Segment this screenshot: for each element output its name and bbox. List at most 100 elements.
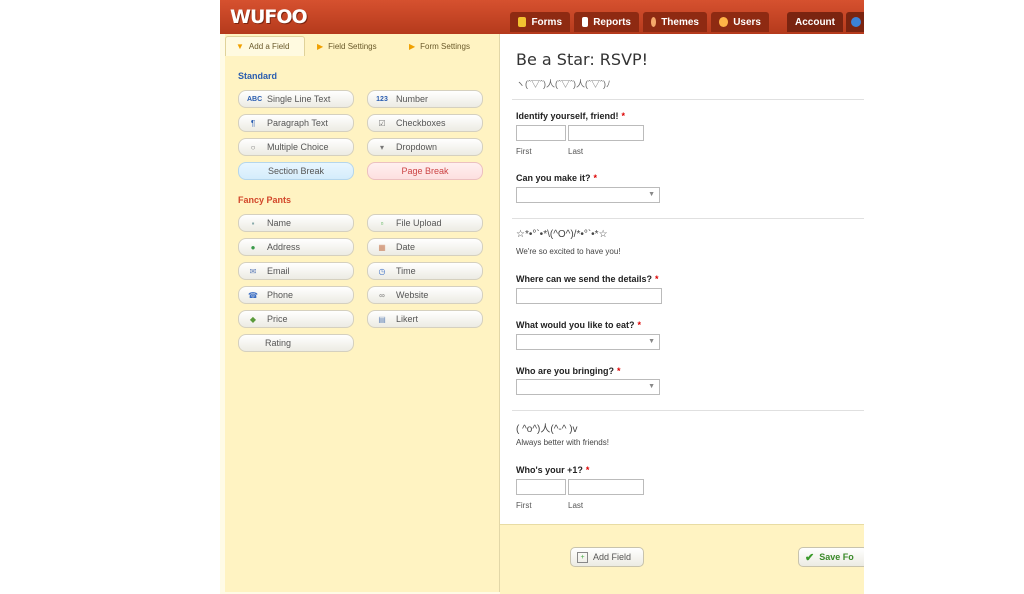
price-tag-icon: ◆: [249, 314, 257, 324]
identify-field-label[interactable]: Identify yourself, friend! *: [516, 111, 625, 121]
paragraph-text-label: Paragraph Text: [267, 118, 328, 128]
add-rating-button[interactable]: Rating: [238, 334, 354, 352]
wufoo-logo: WUFOO: [230, 6, 308, 28]
checkmark-icon: ✔: [805, 551, 815, 564]
add-multiple-choice-button[interactable]: ○ Multiple Choice: [238, 138, 354, 156]
calendar-icon: ▦: [378, 242, 386, 252]
add-page-break-button[interactable]: Page Break: [367, 162, 483, 180]
section-break-2-description: Always better with friends!: [516, 438, 609, 447]
make-it-dropdown[interactable]: ▼: [516, 187, 660, 203]
identify-field-label-text: Identify yourself, friend!: [516, 111, 619, 121]
plus-one-field-label-text: Who's your +1?: [516, 465, 583, 475]
forms-icon: [518, 17, 527, 27]
add-date-button[interactable]: ▦ Date: [367, 238, 483, 256]
bringing-field-label[interactable]: Who are you bringing? *: [516, 366, 621, 376]
tab-add-a-field[interactable]: ▼ Add a Field: [225, 36, 305, 56]
add-address-button[interactable]: ● Address: [238, 238, 354, 256]
add-likert-button[interactable]: ▤ Likert: [367, 310, 483, 328]
nav-reports[interactable]: Reports: [574, 12, 639, 32]
required-marker: *: [655, 274, 659, 284]
add-time-button[interactable]: ◷ Time: [367, 262, 483, 280]
radio-icon: ○: [250, 142, 256, 152]
add-dropdown-button[interactable]: ▾ Dropdown: [367, 138, 483, 156]
dropdown-icon: ▾: [379, 142, 384, 152]
plus-one-last-input[interactable]: [568, 479, 644, 495]
name-label: Name: [267, 218, 292, 228]
email-label: Email: [267, 266, 290, 276]
reports-icon: [582, 17, 589, 27]
date-label: Date: [396, 242, 416, 252]
first-name-input[interactable]: [516, 125, 566, 141]
triangle-right-icon: ▶: [409, 41, 416, 51]
add-name-button[interactable]: ▪ Name: [238, 214, 354, 232]
add-section-break-button[interactable]: Section Break: [238, 162, 354, 180]
nav-themes[interactable]: Themes: [643, 12, 707, 32]
add-checkboxes-button[interactable]: ☑ Checkboxes: [367, 114, 483, 132]
nav-themes-label: Themes: [661, 16, 699, 28]
bringing-field-label-text: Who are you bringing?: [516, 366, 614, 376]
bringing-dropdown[interactable]: ▼: [516, 379, 660, 395]
form-actions-bar: + Add Field ✔ Save Fo: [500, 524, 864, 594]
tab-add-a-field-label: Add a Field: [248, 42, 290, 51]
likert-table-icon: ▤: [378, 314, 386, 324]
form-title[interactable]: Be a Star: RSVP!: [516, 50, 648, 69]
add-website-button[interactable]: ∞ Website: [367, 286, 483, 304]
users-icon: [719, 17, 729, 27]
paragraph-icon: ¶: [250, 118, 256, 128]
tab-field-settings[interactable]: ▶ Field Settings: [307, 36, 397, 56]
details-input[interactable]: [516, 288, 662, 304]
dropdown-label: Dropdown: [396, 142, 438, 152]
wufoo-app: WUFOO Forms Reports Themes Users Account…: [220, 0, 864, 594]
nav-users-label: Users: [733, 16, 761, 28]
last-sublabel: Last: [568, 501, 584, 510]
add-price-button[interactable]: ◆ Price: [238, 310, 354, 328]
phone-icon: ☎: [248, 290, 258, 300]
name-card-icon: ▪: [251, 218, 255, 228]
eat-dropdown[interactable]: ▼: [516, 334, 660, 350]
add-field-label: Add Field: [593, 552, 632, 562]
make-it-field-label[interactable]: Can you make it? *: [516, 173, 597, 183]
price-label: Price: [267, 314, 288, 324]
clock-icon: ◷: [378, 266, 386, 276]
plus-one-first-input[interactable]: [516, 479, 566, 495]
nav-account-label: Account: [795, 16, 835, 28]
required-marker: *: [617, 366, 621, 376]
save-form-label: Save Fo: [819, 552, 854, 562]
nav-help[interactable]: [846, 12, 864, 32]
single-line-text-label: Single Line Text: [267, 94, 331, 104]
add-single-line-text-button[interactable]: ABC Single Line Text: [238, 90, 354, 108]
add-phone-button[interactable]: ☎ Phone: [238, 286, 354, 304]
add-field-button[interactable]: + Add Field: [570, 547, 644, 567]
help-icon: [851, 17, 861, 27]
tab-field-settings-label: Field Settings: [328, 41, 377, 51]
rating-label: Rating: [265, 338, 292, 348]
nav-account[interactable]: Account: [787, 12, 843, 32]
section-break-1-description: We're so excited to have you!: [516, 247, 621, 256]
add-field-icon: +: [577, 551, 588, 563]
add-paragraph-text-button[interactable]: ¶ Paragraph Text: [238, 114, 354, 132]
required-marker: *: [621, 111, 626, 121]
plus-one-field-label[interactable]: Who's your +1? *: [516, 465, 589, 475]
triangle-right-icon: ▶: [317, 41, 324, 51]
page-break-label: Page Break: [401, 166, 449, 176]
required-marker: *: [637, 320, 642, 330]
first-sublabel: First: [516, 501, 532, 510]
add-email-button[interactable]: ✉ Email: [238, 262, 354, 280]
form-preview: Be a Star: RSVP! ヽ(ˆ▽ˆ)人(ˆ▽ˆ)人(ˆ▽ˆ)ﾉ Ide…: [500, 34, 864, 524]
add-number-button[interactable]: 123 Number: [367, 90, 483, 108]
nav-users[interactable]: Users: [711, 12, 769, 32]
nav-forms[interactable]: Forms: [510, 12, 570, 32]
tab-form-settings[interactable]: ▶ Form Settings: [399, 36, 499, 56]
link-icon: ∞: [379, 290, 385, 300]
divider: [512, 218, 864, 219]
section-break-2-title: ( ^o^)人(^-^ )v: [516, 424, 578, 435]
last-name-input[interactable]: [568, 125, 644, 141]
required-marker: *: [585, 465, 590, 475]
add-file-upload-button[interactable]: ▫ File Upload: [367, 214, 483, 232]
nav-reports-label: Reports: [593, 16, 631, 28]
save-form-button[interactable]: ✔ Save Fo: [798, 547, 864, 567]
details-field-label[interactable]: Where can we send the details? *: [516, 274, 659, 284]
eat-field-label[interactable]: What would you like to eat? *: [516, 320, 641, 330]
time-label: Time: [396, 266, 416, 276]
address-label: Address: [267, 242, 301, 252]
